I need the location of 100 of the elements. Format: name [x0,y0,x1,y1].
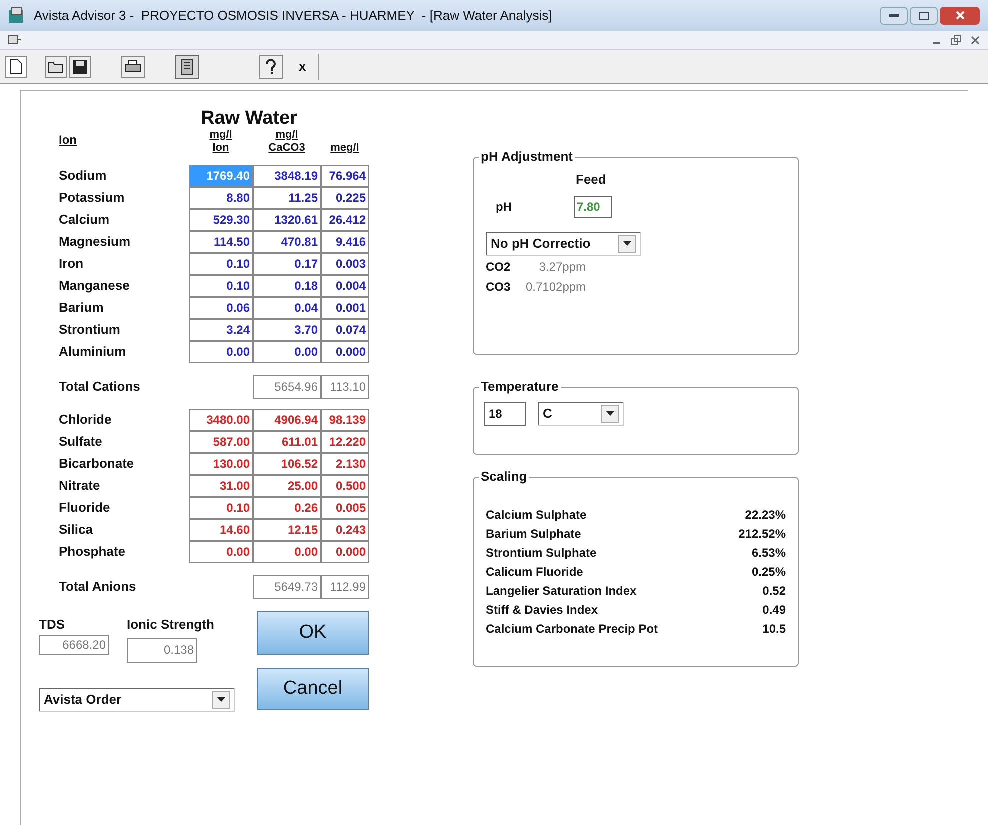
scaling-label: Strontium Sulphate [486,545,597,562]
cancel-button[interactable]: Cancel [257,668,369,710]
value-field[interactable]: 1320.61 [253,209,321,231]
value-field[interactable]: 114.50 [189,231,253,253]
dropdown-arrow-icon[interactable] [606,411,614,417]
close-icon [956,11,964,20]
value-field[interactable]: 11.25 [253,187,321,209]
value-field[interactable]: 3480.00 [189,409,253,431]
document-icon[interactable] [8,34,22,46]
value-field[interactable]: 0.000 [321,541,369,563]
ion-label: Phosphate [59,543,126,562]
app-icon [8,6,26,24]
ion-header: Ion [59,132,78,149]
total-field: 5654.96 [253,375,321,399]
value-field[interactable]: 0.06 [189,297,253,319]
value-field[interactable]: 0.17 [253,253,321,275]
value-field[interactable]: 2.130 [321,453,369,475]
maximize-icon [919,12,929,20]
scaling-value: 0.25% [752,564,786,581]
minimize-button[interactable] [880,6,908,24]
close-view-button[interactable]: x [295,56,310,76]
value-field[interactable]: 0.10 [189,275,253,297]
value-field[interactable]: 3848.19 [253,165,321,187]
value-field[interactable]: 0.00 [189,541,253,563]
total-field: 112.99 [321,575,369,599]
scaling-value: 6.53% [752,545,786,562]
save-button[interactable] [69,56,91,78]
scaling-value: 212.52% [738,526,786,543]
value-field[interactable]: 0.003 [321,253,369,275]
minimize-icon [889,14,899,18]
panel-icon [181,58,193,74]
value-field[interactable]: 0.005 [321,497,369,519]
value-field[interactable]: 4906.94 [253,409,321,431]
value-field[interactable]: 587.00 [189,431,253,453]
value-field[interactable]: 0.225 [321,187,369,209]
value-field[interactable]: 0.500 [321,475,369,497]
value-field[interactable]: 31.00 [189,475,253,497]
scaling-value: 22.23% [745,507,786,524]
value-field[interactable]: 106.52 [253,453,321,475]
value-field[interactable]: 14.60 [189,519,253,541]
help-button[interactable] [259,54,283,78]
value-field[interactable]: 0.18 [253,275,321,297]
dropdown-arrow-icon[interactable] [622,240,632,246]
value-field[interactable]: 12.220 [321,431,369,453]
tds-field: 6668.20 [39,634,109,654]
reading-label: CO3 [486,278,512,296]
scaling-value: 0.52 [762,583,786,600]
value-field[interactable]: 529.30 [189,209,253,231]
document-icon [10,59,22,74]
dropdown[interactable]: Avista Order [39,688,235,712]
ion-label: Manganese [59,277,131,296]
value-field[interactable]: 0.26 [253,497,321,519]
dropdown[interactable]: No pH Correctio [486,232,641,256]
open-button[interactable] [45,56,67,78]
value-field[interactable]: 76.964 [321,165,369,187]
new-button[interactable] [5,56,27,78]
ion-label: Barium [59,299,105,318]
maximize-button[interactable] [910,6,938,24]
close-icon[interactable] [971,36,980,44]
ion-label: Sulfate [59,433,104,452]
window-title: Avista Advisor 3 - PROYECTO OSMOSIS INVERSA - HUARMEY - [Raw Water Analysis] [34,6,552,25]
ion-label: Magnesium [59,233,132,252]
column-header: mg/l CaCO3 [268,129,306,155]
value-field[interactable]: 611.01 [253,431,321,453]
dropdown-arrow-icon[interactable] [216,697,226,703]
reading-value: 3.27ppm [538,258,586,276]
value-field[interactable]: 470.81 [253,231,321,253]
column-header: meg/l [330,142,360,155]
value-field[interactable]: 0.00 [253,341,321,363]
value-field[interactable]: 0.000 [321,341,369,363]
value-field[interactable]: 3.24 [189,319,253,341]
value-field[interactable]: 98.139 [321,409,369,431]
scaling-label: Calcium Sulphate [486,507,587,524]
scaling-value: 0.49 [762,602,786,619]
value-field[interactable]: 0.00 [253,541,321,563]
value-field[interactable]: 130.00 [189,453,253,475]
column-header: mg/l Ion [208,129,234,155]
total-label: Total Cations [59,378,142,396]
value-field[interactable]: 0.074 [321,319,369,341]
value-field[interactable]: 0.001 [321,297,369,319]
value-field[interactable]: 0.10 [189,253,253,275]
value-field[interactable]: 0.10 [189,497,253,519]
value-field[interactable]: 0.04 [253,297,321,319]
print-button[interactable] [121,56,145,78]
value-field[interactable]: 0.004 [321,275,369,297]
value-field[interactable]: 8.80 [189,187,253,209]
restore-icon[interactable] [951,35,961,45]
ok-button[interactable]: OK [257,611,369,655]
value-field[interactable]: 9.416 [321,231,369,253]
close-button[interactable] [940,6,980,24]
value-field[interactable]: 0.243 [321,519,369,541]
calculator-button[interactable] [175,54,199,78]
temperature-field[interactable]: 18 [484,402,526,426]
dropdown[interactable]: C [538,402,624,426]
value-field[interactable]: 12.15 [253,519,321,541]
value-field[interactable]: 25.00 [253,475,321,497]
ph-field[interactable]: 7.80 [574,196,612,218]
value-field[interactable]: 3.70 [253,319,321,341]
value-field[interactable]: 26.412 [321,209,369,231]
value-field[interactable]: 0.00 [189,341,253,363]
